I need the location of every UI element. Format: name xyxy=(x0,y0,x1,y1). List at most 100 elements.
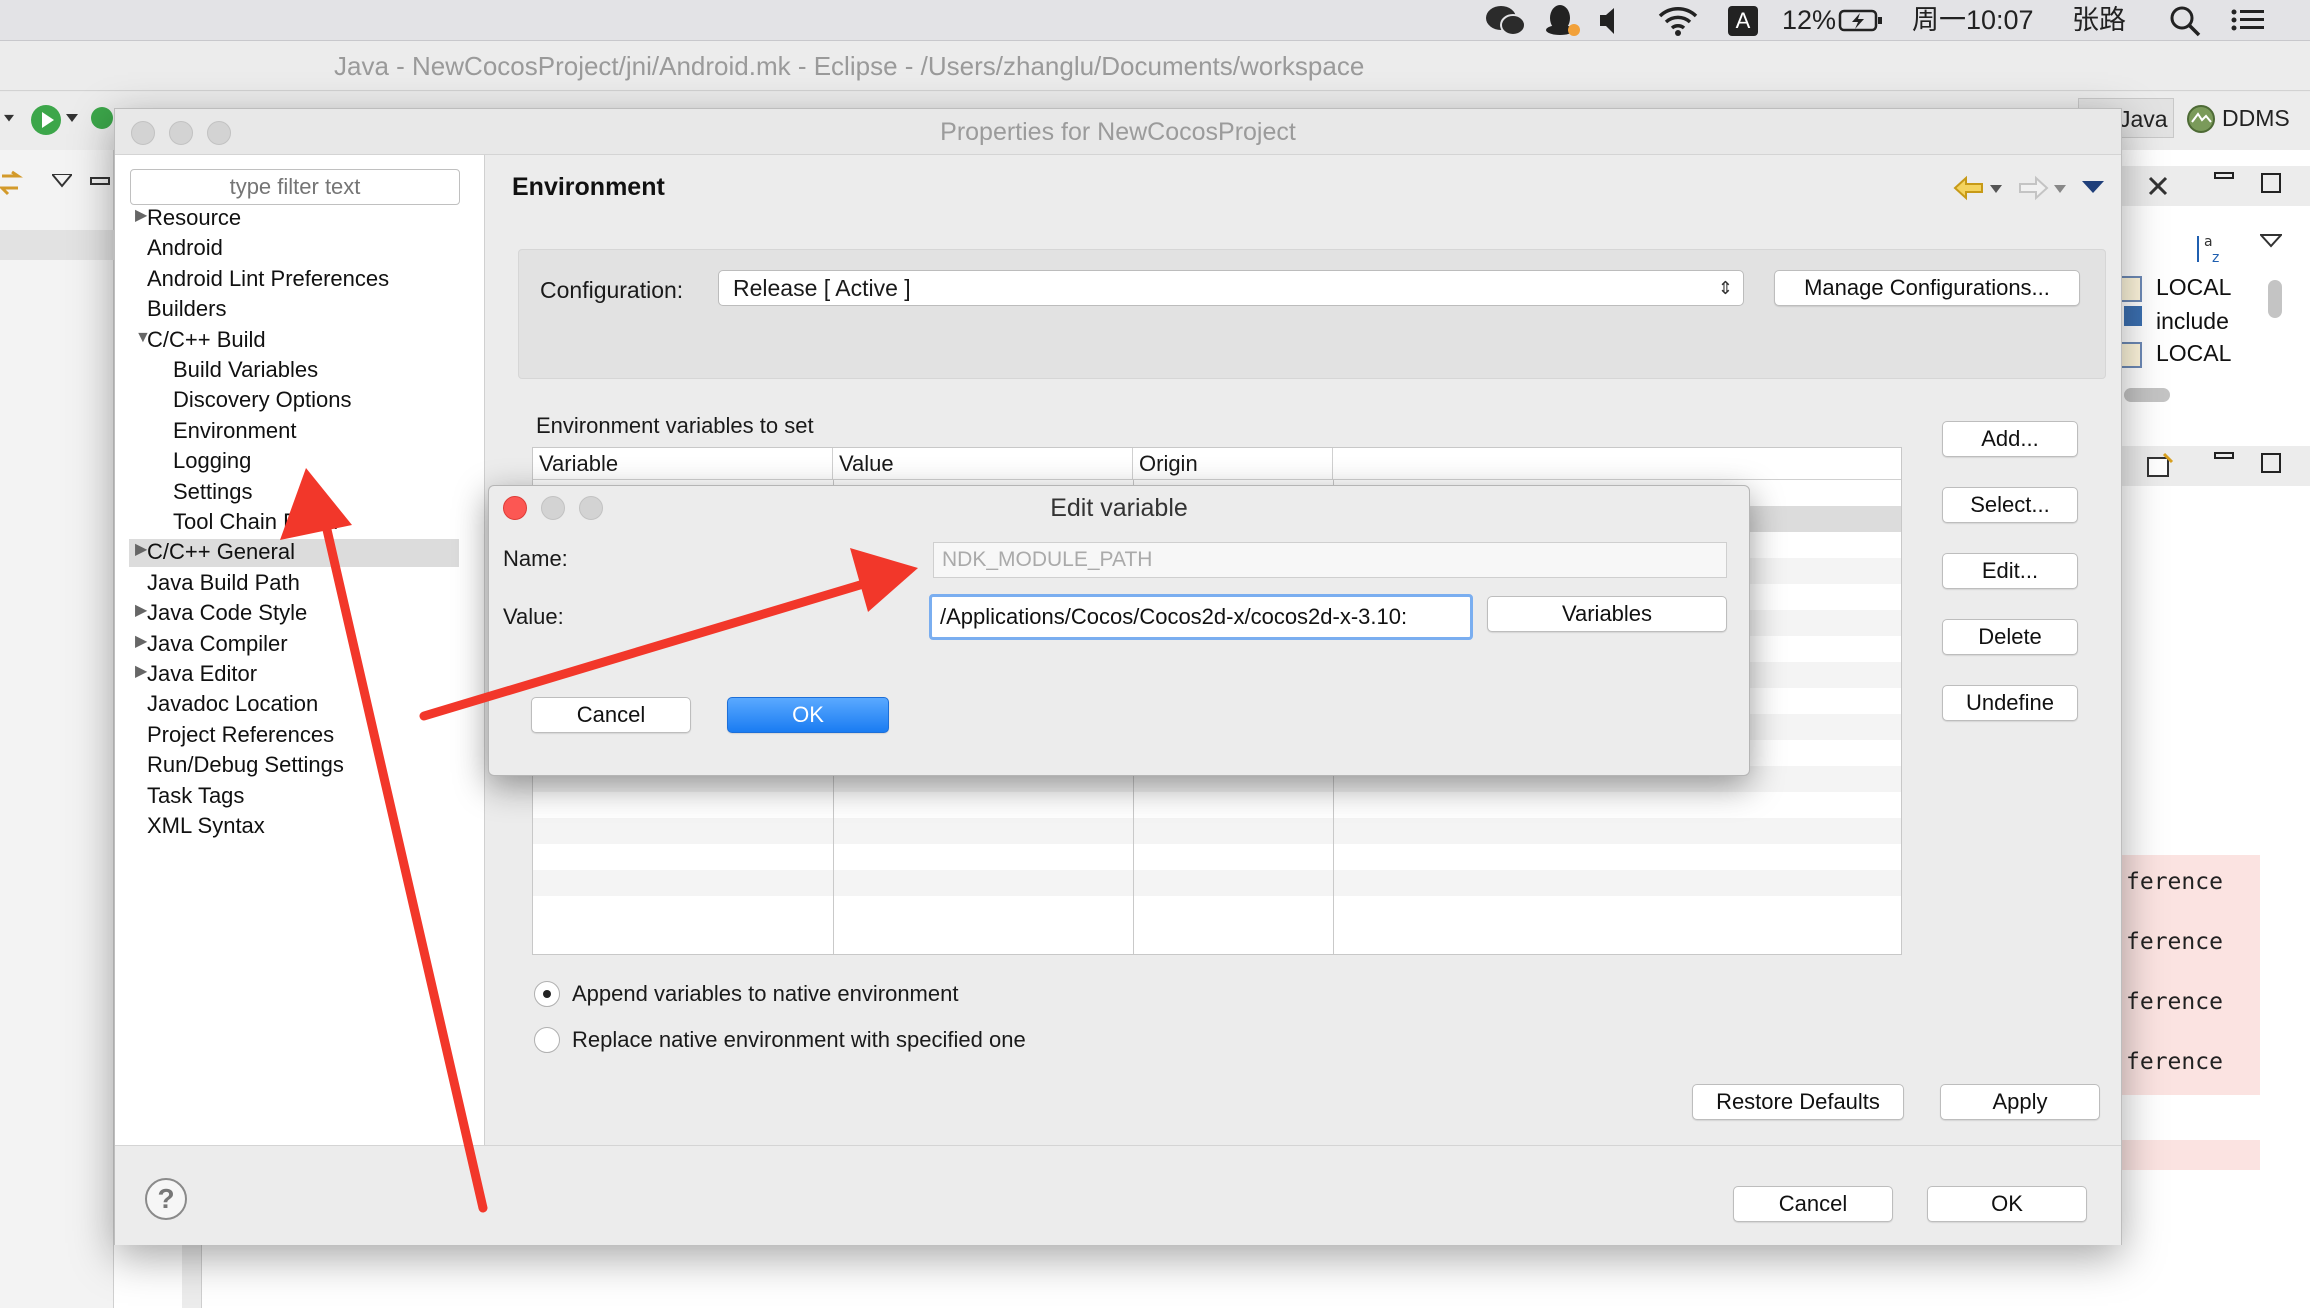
minimize-window-button[interactable] xyxy=(169,121,193,145)
append-radio[interactable] xyxy=(534,981,560,1007)
tree-item-project-references[interactable]: Project References xyxy=(147,720,334,750)
tree-item-task-tags[interactable]: Task Tags xyxy=(147,781,244,811)
notification-center-icon[interactable] xyxy=(2228,0,2268,41)
edit-button[interactable]: Edit... xyxy=(1942,553,2078,589)
tree-item-logging[interactable]: Logging xyxy=(173,446,251,476)
perspective-ddms-button[interactable]: DDMS xyxy=(2182,98,2302,138)
tree-item-builders[interactable]: Builders xyxy=(147,294,226,324)
tree-item-c-c-general[interactable]: C/C++ General xyxy=(147,537,295,567)
apply-button[interactable]: Apply xyxy=(1940,1084,2100,1120)
tree-item-android-lint-preferences[interactable]: Android Lint Preferences xyxy=(147,264,389,294)
ddms-perspective-icon xyxy=(2187,105,2215,133)
spotlight-search-icon[interactable] xyxy=(2168,0,2202,41)
sort-az-icon[interactable]: az xyxy=(2194,232,2230,266)
properties-nav-pane: ▶ResourceAndroidAndroid Lint Preferences… xyxy=(115,155,485,1145)
column-header-variable[interactable]: Variable xyxy=(533,448,833,480)
battery-icon[interactable] xyxy=(1838,0,1884,41)
minimize-icon[interactable] xyxy=(90,176,110,188)
page-title: Environment xyxy=(512,173,665,201)
outline-hscrollbar[interactable] xyxy=(2124,388,2170,402)
perspective-ddms-label: DDMS xyxy=(2222,105,2290,131)
edit-zoom-button[interactable] xyxy=(579,496,603,520)
select-chevron-icon: ⇕ xyxy=(1717,278,1733,298)
cancel-button[interactable]: Cancel xyxy=(1733,1186,1893,1222)
tree-item-environment[interactable]: Environment xyxy=(173,416,297,446)
zoom-window-button[interactable] xyxy=(207,121,231,145)
restore-defaults-button[interactable]: Restore Defaults xyxy=(1692,1084,1904,1120)
replace-radio[interactable] xyxy=(534,1027,560,1053)
page-menu-icon[interactable] xyxy=(2082,181,2104,195)
qq-icon[interactable] xyxy=(1544,0,1580,41)
local-file-icon-2 xyxy=(2120,342,2142,368)
outline-row-local-1[interactable]: LOCAL xyxy=(2156,274,2231,301)
append-radio-label[interactable]: Append variables to native environment xyxy=(572,981,958,1007)
select-button[interactable]: Select... xyxy=(1942,487,2078,523)
input-source-badge[interactable]: A xyxy=(1728,6,1758,36)
back-arrow-icon[interactable] xyxy=(1952,175,1986,201)
column-header-origin[interactable]: Origin xyxy=(1133,448,1333,480)
edit-ok-button[interactable]: OK xyxy=(727,697,889,733)
tree-item-resource[interactable]: Resource xyxy=(147,203,241,233)
editor-background xyxy=(114,1240,2120,1308)
run-icon[interactable] xyxy=(28,102,64,138)
env-section-label: Environment variables to set xyxy=(536,413,814,438)
variables-button[interactable]: Variables xyxy=(1487,596,1727,632)
wifi-icon[interactable] xyxy=(1656,0,1700,41)
tree-item-settings[interactable]: Settings xyxy=(173,477,253,507)
run-dropdown-icon[interactable] xyxy=(66,114,78,124)
ok-button[interactable]: OK xyxy=(1927,1186,2087,1222)
manage-configurations-button[interactable]: Manage Configurations... xyxy=(1774,270,2080,306)
package-explorer-strip xyxy=(0,150,114,1308)
outline-row-include[interactable]: include xyxy=(2156,308,2229,335)
user-name[interactable]: 张路 xyxy=(2072,0,2126,41)
maximize-lower-icon[interactable] xyxy=(2260,452,2282,474)
tree-item-xml-syntax[interactable]: XML Syntax xyxy=(147,811,265,841)
tree-item-discovery-options[interactable]: Discovery Options xyxy=(173,385,352,415)
volume-icon[interactable] xyxy=(1598,0,1624,41)
edit-cancel-button[interactable]: Cancel xyxy=(531,697,691,733)
tree-item-build-variables[interactable]: Build Variables xyxy=(173,355,318,385)
replace-radio-label[interactable]: Replace native environment with specifie… xyxy=(572,1027,1026,1053)
outline-view-menu-icon[interactable] xyxy=(2260,234,2282,248)
filter-input[interactable] xyxy=(130,169,460,205)
tree-item-java-compiler[interactable]: Java Compiler xyxy=(147,629,288,659)
clock[interactable]: 周一10:07 xyxy=(1912,0,2034,41)
configuration-select[interactable]: Release [ Active ] ⇕ xyxy=(718,270,1744,306)
forward-arrow-icon[interactable] xyxy=(2016,175,2050,201)
tree-item-tool-chain-editor[interactable]: Tool Chain Editor xyxy=(173,507,341,537)
tree-item-android[interactable]: Android xyxy=(147,233,223,263)
back-dropdown-icon[interactable] xyxy=(1990,185,2002,195)
close-outline-icon[interactable] xyxy=(2146,174,2170,198)
minimize-lower-icon[interactable] xyxy=(2214,452,2234,462)
column-header-value[interactable]: Value xyxy=(833,448,1133,480)
toolbar-dropdown-icon[interactable] xyxy=(4,114,14,124)
undefine-button[interactable]: Undefine xyxy=(1942,685,2078,721)
tree-item-java-build-path[interactable]: Java Build Path xyxy=(147,568,300,598)
tree-item-c-c-build[interactable]: C/C++ Build xyxy=(147,325,266,355)
include-icon xyxy=(2124,306,2142,326)
help-icon[interactable]: ? xyxy=(145,1178,187,1220)
minimize-outline-icon[interactable] xyxy=(2214,172,2234,182)
tree-item-java-code-style[interactable]: Java Code Style xyxy=(147,598,307,628)
tree-item-run-debug-settings[interactable]: Run/Debug Settings xyxy=(147,750,344,780)
edit-close-button[interactable] xyxy=(503,496,527,520)
view-menu-icon[interactable] xyxy=(52,174,72,188)
new-item-icon[interactable] xyxy=(2146,452,2176,480)
editor-line-5 xyxy=(2120,1140,2260,1170)
outline-scrollbar[interactable] xyxy=(2268,280,2282,318)
add-button[interactable]: Add... xyxy=(1942,421,2078,457)
tree-item-javadoc-location[interactable]: Javadoc Location xyxy=(147,689,318,719)
tree-item-java-editor[interactable]: Java Editor xyxy=(147,659,257,689)
link-editor-icon[interactable] xyxy=(0,170,24,198)
close-window-button[interactable] xyxy=(131,121,155,145)
outline-row-local-2[interactable]: LOCAL xyxy=(2156,340,2231,367)
wechat-icon[interactable] xyxy=(1484,0,1528,41)
maximize-outline-icon[interactable] xyxy=(2260,172,2282,194)
forward-dropdown-icon[interactable] xyxy=(2054,185,2066,195)
selection-stripe xyxy=(0,230,114,260)
edit-minimize-button[interactable] xyxy=(541,496,565,520)
svg-text:z: z xyxy=(2212,250,2219,266)
delete-button[interactable]: Delete xyxy=(1942,619,2078,655)
eclipse-window-title-bar: Java - NewCocosProject/jni/Android.mk - … xyxy=(0,41,2310,91)
value-field[interactable]: /Applications/Cocos/Cocos2d-x/cocos2d-x-… xyxy=(929,594,1473,640)
